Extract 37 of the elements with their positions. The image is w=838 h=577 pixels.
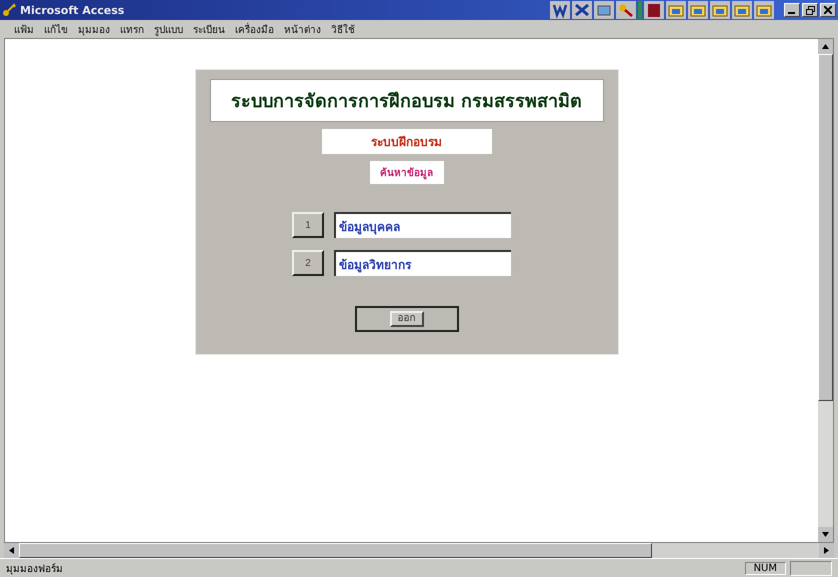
menu-item[interactable]: แทรก [120, 22, 144, 36]
key-icon [2, 3, 16, 17]
menu-item[interactable]: รูปแบบ [154, 22, 183, 36]
menu-item[interactable]: เครื่องมือ [235, 22, 274, 36]
horizontal-scrollbar[interactable] [4, 543, 834, 558]
menu-item[interactable]: หน้าต่าง [284, 22, 321, 36]
menu-item[interactable]: วิธีใช้ [331, 22, 355, 36]
section-label: ค้นหาข้อมูล [370, 161, 444, 184]
menu-item[interactable]: แฟ้ม [14, 22, 34, 36]
option-button[interactable]: 2 [292, 250, 324, 276]
scroll-right-icon[interactable] [819, 543, 834, 558]
restore-icon [806, 6, 814, 14]
scroll-left-icon[interactable] [4, 543, 19, 558]
form-subtitle: ระบบฝึกอบรม [322, 129, 492, 154]
close-icon [824, 6, 832, 14]
status-message: มุมมองฟอร์ม [6, 562, 63, 576]
option-label: ข้อมูลวิทยากร [334, 250, 511, 276]
menu-item[interactable]: ระเบียน [193, 22, 225, 36]
scroll-up-icon[interactable] [818, 39, 833, 54]
scroll-down-icon[interactable] [818, 527, 833, 542]
option-label: ข้อมูลบุคคล [334, 212, 511, 238]
status-pane [790, 560, 832, 576]
close-button[interactable] [820, 3, 836, 17]
option-button[interactable]: 1 [292, 212, 324, 238]
key-icon[interactable] [616, 1, 636, 19]
vertical-scrollbar[interactable] [818, 39, 833, 542]
exit-button[interactable]: ออก [390, 311, 424, 327]
scroll-thumb[interactable] [19, 543, 652, 558]
minimize-button[interactable] [784, 3, 800, 17]
status-indicator: NUM [744, 562, 786, 574]
restore-button[interactable] [802, 3, 818, 17]
picture-icon[interactable] [594, 1, 614, 19]
form-title: ระบบการจัดการการฝึกอบรม กรมสรรพสามิต [210, 79, 604, 122]
window-title: Microsoft Access [20, 4, 124, 16]
menu-item[interactable]: มุมมอง [78, 22, 110, 36]
menu-item[interactable]: แก้ไข [44, 22, 68, 36]
scroll-thumb[interactable] [818, 54, 833, 401]
